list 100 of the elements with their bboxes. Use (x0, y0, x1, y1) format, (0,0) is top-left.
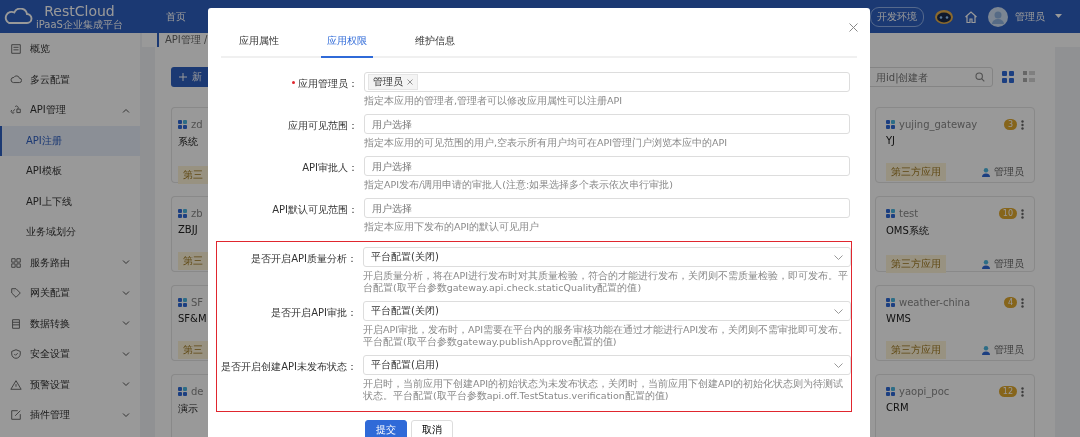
field-label: 应用管理员： (298, 77, 358, 91)
owner-name: 管理员 (994, 343, 1024, 357)
app-tag: 第三 (178, 166, 208, 184)
shield-icon (10, 348, 22, 361)
cloud-logo-icon (3, 7, 33, 26)
person-icon (982, 259, 990, 269)
tag-icon (10, 287, 22, 300)
table-icon (10, 317, 22, 330)
avatar-icon[interactable] (988, 6, 1008, 27)
caret-icon[interactable] (1055, 14, 1062, 19)
select-field[interactable]: 平台配置(关闭) (363, 247, 851, 267)
field-hint: 开启质量分析，将在API进行发布时对其质量检验，符合的才能进行发布，关闭则不需质量检验，即可发布。平台配置(取平台参数gateway.api.check.staticQuality配置的值) (363, 270, 850, 294)
app-card[interactable]: test 10 OMS系统 第三方应用 管理员 (875, 196, 1035, 272)
tag-chip[interactable]: 管理员 (368, 74, 418, 90)
nav-link[interactable]: 首页 (166, 9, 186, 24)
app-card[interactable]: weather-china 4 WMS 第三方应用 管理员 (875, 285, 1035, 361)
field-label: 是否开启API审批： (271, 306, 357, 320)
sidebar-item[interactable]: 数据转换 (0, 308, 140, 339)
cancel-button[interactable]: 取消 (411, 420, 453, 437)
app-icon (886, 298, 895, 307)
sidebar-item[interactable]: 多云配置 (0, 64, 140, 95)
chevron-down-icon (122, 290, 130, 296)
list-icon (10, 43, 22, 56)
sidebar-item[interactable]: 网关配置 (0, 278, 140, 309)
more-icon[interactable] (1021, 297, 1024, 308)
sidebar-item[interactable]: 预警设置 (0, 369, 140, 400)
field-hint: 指定本应用的可见范围的用户,空表示所有用户均可在API管理门户浏览本应中的API (364, 137, 729, 149)
chevron-down-icon (122, 321, 130, 327)
field-label: API默认可见范围： (272, 203, 358, 217)
chevron-up-icon (122, 107, 130, 113)
select-field[interactable]: 平台配置(启用) (363, 355, 851, 375)
chevron-down-icon (122, 382, 130, 388)
field-label: 是否开启创建API未发布状态： (221, 360, 357, 374)
app-icon (886, 387, 895, 396)
owner-name: 管理员 (994, 257, 1024, 271)
field-label: API审批人： (302, 161, 358, 175)
field-hint: 开启时，当前应用下创建API的初始状态为未发布状态，关闭时，当前应用下创建API的初始化状态则为待测试状态。平台配置(取平台参数api.off.TestStatus.verification配置的值) (363, 378, 845, 402)
sidebar-item[interactable]: 概览 (0, 34, 140, 65)
tab[interactable]: 应用属性 (233, 28, 285, 58)
robot-icon[interactable] (934, 8, 954, 25)
app-name: OMS系统 (886, 224, 930, 238)
app-icon (178, 387, 187, 396)
app-code: test (899, 208, 920, 219)
sidebar-subitem[interactable]: API注册 (0, 125, 140, 156)
cloud-icon (10, 73, 22, 86)
close-icon[interactable] (849, 23, 858, 32)
field-label: 应用可见范围： (288, 119, 358, 133)
sidebar-subitem[interactable]: API模板 (0, 156, 140, 187)
app-icon (886, 209, 895, 218)
home-icon[interactable] (964, 9, 978, 24)
close-icon[interactable] (407, 79, 413, 85)
tag-input-field[interactable]: 管理员 (364, 72, 850, 92)
new-button[interactable]: 新 (171, 67, 208, 87)
grid-icon (10, 256, 22, 269)
api-count-badge: 12 (998, 386, 1017, 397)
sidebar-item[interactable]: 安全设置 (0, 339, 140, 370)
app-code: SF (191, 297, 205, 308)
submit-button[interactable]: 提交 (365, 420, 407, 437)
app-code: yujing_gateway (899, 119, 979, 130)
app-card[interactable]: yaopi_poc 12 CRM (875, 374, 1035, 437)
app-icon (178, 120, 187, 129)
app-code: yaopi_poc (899, 386, 951, 397)
sidebar-item[interactable]: API管理 (0, 95, 140, 126)
app-code: weather-china (899, 297, 972, 308)
more-icon[interactable] (1021, 208, 1024, 219)
field-hint: 指定本应用下发布的API的默认可见用户 (364, 221, 541, 233)
grid-view-icon[interactable] (1002, 71, 1014, 83)
app-tag: 第三方应用 (886, 255, 946, 273)
app-tag: 第三方应用 (886, 341, 946, 359)
field-label: 是否开启API质量分析： (251, 252, 357, 266)
sidebar-item[interactable]: 服务路由 (0, 247, 140, 278)
user-picker-field[interactable]: 用户选择 (364, 198, 850, 218)
user-picker-field[interactable]: 用户选择 (364, 156, 850, 176)
app-name: YJ (886, 135, 897, 146)
api-count-badge: 3 (1003, 119, 1017, 130)
owner-name: 管理员 (994, 165, 1024, 179)
person-icon (982, 345, 990, 355)
user-menu[interactable]: 管理员 (1015, 9, 1045, 24)
app-name: ZBJJ (178, 224, 199, 235)
app-tag: 第三 (178, 252, 208, 270)
more-icon[interactable] (1021, 386, 1024, 397)
app-tag: 第三方应用 (886, 163, 946, 181)
chevron-down-icon (122, 260, 130, 266)
app-name: SF&M (178, 313, 208, 324)
field-hint: 开启API审批，发布时，API需要在平台内的服务审核功能在通过才能进行API发布，关闭则不需审批即可发布。平台配置(取平台参数gateway.publishApprove配置的值) (363, 324, 850, 348)
tab[interactable]: 维护信息 (409, 28, 461, 58)
app-icon (178, 209, 187, 218)
user-picker-field[interactable]: 用户选择 (364, 114, 850, 134)
more-icon[interactable] (1021, 119, 1024, 130)
sidebar-subitem[interactable]: API上下线 (0, 186, 140, 217)
sidebar-item[interactable]: 插件管理 (0, 400, 140, 431)
sidebar-subitem[interactable]: 业务域划分 (0, 217, 140, 248)
app-name: CRM (886, 402, 910, 413)
select-field[interactable]: 平台配置(关闭) (363, 301, 851, 321)
list-view-icon[interactable] (1023, 71, 1035, 83)
warning-icon (10, 378, 22, 391)
app-tag: 第三 (178, 341, 208, 359)
tab[interactable]: 应用权限 (321, 28, 373, 58)
app-card[interactable]: yujing_gateway 3 YJ 第三方应用 管理员 (875, 107, 1035, 183)
app-icon (178, 298, 187, 307)
